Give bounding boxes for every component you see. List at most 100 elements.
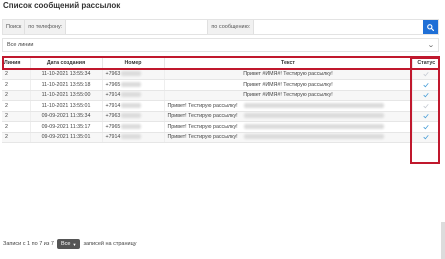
check-icon — [423, 103, 429, 108]
check-icon — [423, 114, 429, 119]
cell-line: 2 — [2, 132, 31, 143]
table-row[interactable]: 2 09-09-2021 11:35:17 +7965 Привет! Тестиру… — [2, 121, 440, 133]
cell-date: 11-10-2021 13:55:01 — [30, 100, 103, 112]
cell-status — [412, 69, 440, 80]
check-icon — [423, 72, 429, 77]
cell-status — [412, 132, 440, 143]
cell-number: +7914 — [102, 100, 165, 112]
cell-date: 11-10-2021 13:55:18 — [30, 79, 103, 91]
redacted-text — [243, 123, 384, 129]
message-search-label: по сообщению: — [207, 20, 255, 34]
check-icon — [423, 93, 429, 98]
page-size-value: Все — [60, 241, 71, 247]
line-filter-value: Все линии — [7, 42, 34, 48]
cell-number: +7965 — [102, 79, 165, 91]
redacted-number — [121, 113, 142, 119]
redacted-text — [243, 102, 384, 108]
table-footer: Записи с 1 по 7 из 7 Все ▼ записей на ст… — [3, 239, 137, 249]
phone-number: +7914 — [105, 92, 121, 99]
page-size-suffix: записей на страницу — [83, 241, 137, 247]
cell-line: 2 — [2, 90, 31, 101]
search-bar: Поиск по телефону: по сообщению: — [2, 19, 439, 35]
cell-status — [412, 79, 440, 91]
cell-text: Привет #ИМЯ#! Тестирую рассылку! — [164, 90, 413, 101]
phone-number: +7914 — [105, 134, 121, 141]
header-date[interactable]: Дата создания — [30, 57, 103, 70]
table-row[interactable]: 2 11-10-2021 13:55:18 +7965 Привет #ИМЯ#! Т… — [2, 79, 440, 91]
table-row[interactable]: 2 09-09-2021 11:35:34 +7963 Привет! Тестиру… — [2, 111, 440, 122]
cell-date: 09-09-2021 11:35:17 — [30, 121, 103, 133]
redacted-number — [121, 123, 142, 129]
cell-line: 2 — [2, 79, 31, 91]
redacted-number — [121, 134, 142, 140]
check-icon — [423, 124, 429, 129]
cell-text: Привет! Тестирую рассылку! — [164, 132, 413, 143]
redacted-number — [121, 71, 142, 77]
cell-text: Привет! Тестирую рассылку! — [164, 121, 413, 133]
message-text: Привет! Тестирую рассылку! — [167, 134, 238, 141]
phone-number: +7914 — [105, 102, 121, 109]
table-row[interactable]: 2 11-10-2021 13:55:00 +7914 Привет #ИМЯ#! Т… — [2, 90, 440, 101]
redacted-number — [121, 92, 142, 98]
table-row[interactable]: 2 09-09-2021 11:35:01 +7914 Привет! Тестиру… — [2, 132, 440, 143]
records-info: Записи с 1 по 7 из 7 — [3, 241, 54, 247]
search-label: Поиск — [3, 20, 26, 34]
cell-number: +7914 — [102, 90, 165, 101]
header-line[interactable]: Линия — [2, 57, 31, 70]
check-icon — [423, 135, 429, 140]
phone-number: +7965 — [105, 123, 121, 130]
cell-number: +7963 — [102, 69, 165, 80]
table-row[interactable]: 2 11-10-2021 13:55:34 +7963 Привет #ИМЯ#! Т… — [2, 69, 440, 80]
line-filter-select[interactable]: Все линии ⌄ — [2, 38, 439, 52]
check-icon — [423, 82, 429, 87]
redacted-text — [243, 134, 384, 140]
cell-text: Привет! Тестирую рассылку! — [164, 100, 413, 112]
cell-date: 11-10-2021 13:55:34 — [30, 69, 103, 80]
phone-number: +7965 — [105, 81, 121, 88]
cell-line: 2 — [2, 121, 31, 133]
cell-status — [412, 90, 440, 101]
redacted-number — [121, 81, 142, 87]
message-text: Привет! Тестирую рассылку! — [167, 123, 238, 130]
message-text: Привет! Тестирую рассылку! — [167, 102, 238, 109]
cell-text: Привет #ИМЯ#! Тестирую рассылку! — [164, 79, 413, 91]
table-row[interactable]: 2 11-10-2021 13:55:01 +7914 Привет! Тестиру… — [2, 100, 440, 112]
cell-number: +7963 — [102, 111, 165, 122]
cell-status — [412, 111, 440, 122]
caret-down-icon: ▼ — [72, 241, 77, 247]
cell-text: Привет! Тестирую рассылку! — [164, 111, 413, 122]
table-header-row: Линия Дата создания Номер Текст Статус — [2, 57, 440, 70]
page-size-select[interactable]: Все ▼ — [56, 239, 81, 249]
message-text: Привет #ИМЯ#! Тестирую рассылку! — [243, 71, 333, 78]
phone-number: +7963 — [105, 113, 121, 120]
scrollbar[interactable] — [441, 222, 445, 259]
cell-number: +7914 — [102, 132, 165, 143]
message-text: Привет! Тестирую рассылку! — [167, 113, 238, 120]
page-title: Список сообщений рассылок — [3, 1, 121, 10]
cell-status — [412, 100, 440, 112]
cell-number: +7965 — [102, 121, 165, 133]
redacted-number — [121, 102, 142, 108]
cell-line: 2 — [2, 111, 31, 122]
phone-search-input[interactable] — [66, 20, 208, 34]
cell-status — [412, 121, 440, 133]
redacted-text — [243, 113, 384, 119]
chevron-down-icon: ⌄ — [427, 42, 435, 49]
cell-date: 09-09-2021 11:35:34 — [30, 111, 103, 122]
header-text[interactable]: Текст — [164, 57, 413, 70]
phone-search-label: по телефону: — [25, 20, 67, 34]
cell-line: 2 — [2, 100, 31, 112]
message-text: Привет #ИМЯ#! Тестирую рассылку! — [243, 92, 333, 99]
search-icon — [427, 23, 434, 31]
header-status[interactable]: Статус — [412, 57, 440, 70]
cell-date: 09-09-2021 11:35:01 — [30, 132, 103, 143]
search-button[interactable] — [423, 20, 438, 34]
cell-text: Привет #ИМЯ#! Тестирую рассылку! — [164, 69, 413, 80]
header-number[interactable]: Номер — [102, 57, 165, 70]
message-search-input[interactable] — [254, 20, 423, 34]
phone-number: +7963 — [105, 71, 121, 78]
messages-table: Линия Дата создания Номер Текст Статус 2… — [2, 57, 440, 143]
cell-line: 2 — [2, 69, 31, 80]
message-text: Привет #ИМЯ#! Тестирую рассылку! — [243, 81, 333, 88]
cell-date: 11-10-2021 13:55:00 — [30, 90, 103, 101]
